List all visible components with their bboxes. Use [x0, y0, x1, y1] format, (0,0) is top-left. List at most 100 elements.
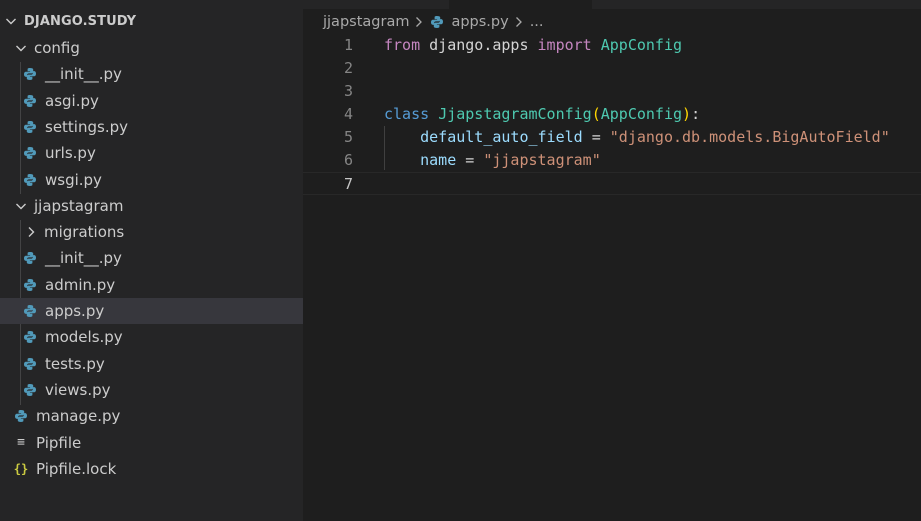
- python-file-icon: [14, 409, 28, 423]
- tab-strip: [303, 0, 921, 9]
- code-token: AppConfig: [600, 36, 683, 54]
- code-token: import: [537, 36, 592, 54]
- line-number: 5: [343, 128, 353, 146]
- code-token: "django.db.models.BigAutoField": [609, 128, 890, 146]
- python-file-icon: [23, 383, 37, 397]
- code-text: name = "jjapstagram": [384, 149, 601, 172]
- tree-item-label: wsgi.py: [45, 170, 102, 189]
- tree-item-label: models.py: [45, 328, 123, 347]
- code-token: django.apps: [420, 36, 538, 54]
- chevron-down-icon: [4, 14, 18, 28]
- tree-item-label: jjapstagram: [34, 196, 124, 215]
- file-init-py[interactable]: __init__.py: [0, 245, 303, 271]
- tree-item-label: config: [34, 39, 80, 57]
- tree-item-label: views.py: [45, 380, 111, 399]
- braces-file-icon: {}: [13, 461, 29, 476]
- file-views-py[interactable]: views.py: [0, 377, 303, 403]
- file-admin-py[interactable]: admin.py: [0, 272, 303, 298]
- file-manage-py[interactable]: manage.py: [0, 403, 303, 429]
- tree-item-label: urls.py: [45, 144, 96, 163]
- code-token: =: [456, 151, 484, 169]
- active-tab-edge[interactable]: [449, 0, 592, 9]
- code-token: class: [384, 105, 430, 123]
- code-text: default_auto_field = "django.db.models.B…: [384, 126, 890, 149]
- chevron-right-icon: [515, 16, 523, 28]
- tree-item-label: Pipfile: [36, 433, 82, 452]
- tree-item-label: admin.py: [45, 275, 116, 294]
- code-token: from: [384, 36, 421, 54]
- code-token: AppConfig: [600, 105, 683, 123]
- code-token: default_auto_field: [420, 128, 583, 146]
- tree-item-label: __init__.py: [45, 65, 122, 84]
- line-number: 6: [343, 151, 353, 169]
- code-line[interactable]: 2: [303, 57, 921, 80]
- tree-item-label: tests.py: [45, 354, 105, 373]
- tree-item-label: __init__.py: [45, 249, 122, 268]
- python-file-icon: [23, 278, 37, 292]
- file-models-py[interactable]: models.py: [0, 324, 303, 350]
- code-text: from django.apps import AppConfig: [384, 34, 682, 57]
- line-number: 4: [343, 105, 353, 123]
- folder-config[interactable]: config: [0, 35, 303, 61]
- explorer-root-label: DJANGO.STUDY: [24, 13, 137, 29]
- code-token: "jjapstagram": [483, 151, 601, 169]
- python-file-icon: [23, 67, 37, 81]
- chevron-down-icon: [14, 41, 28, 55]
- tree-item-label: migrations: [44, 223, 125, 242]
- tree-item-label: settings.py: [45, 117, 128, 136]
- code-token: :: [691, 105, 701, 123]
- tree-item-label: apps.py: [45, 302, 105, 320]
- breadcrumb-file[interactable]: apps.py: [451, 14, 508, 30]
- code-line[interactable]: 4 class JjapstagramConfig(AppConfig):: [303, 103, 921, 126]
- code-line[interactable]: 1 from django.apps import AppConfig: [303, 34, 921, 57]
- python-file-icon: [23, 173, 37, 187]
- code-text: class JjapstagramConfig(AppConfig):: [384, 103, 700, 126]
- file-tests-py[interactable]: tests.py: [0, 351, 303, 377]
- code-token: =: [582, 128, 610, 146]
- code-token: ): [682, 105, 692, 123]
- tree-item-label: manage.py: [36, 407, 121, 426]
- explorer-sidebar: DJANGO.STUDY config __init__.py asgi.py set…: [0, 0, 303, 521]
- code-line[interactable]: 7: [303, 172, 921, 195]
- folder-migrations[interactable]: migrations: [0, 219, 303, 245]
- breadcrumb-folder[interactable]: jjapstagram: [323, 14, 409, 30]
- code-line[interactable]: 5 default_auto_field = "django.db.models…: [303, 126, 921, 149]
- python-file-icon: [23, 94, 37, 108]
- python-file-icon: [23, 120, 37, 134]
- python-file-icon: [23, 330, 37, 344]
- file-apps-py[interactable]: apps.py: [0, 298, 303, 324]
- file-wsgi-py[interactable]: wsgi.py: [0, 167, 303, 193]
- chevron-down-icon: [14, 199, 28, 213]
- line-number: 7: [343, 175, 353, 193]
- code-token: name: [420, 151, 457, 169]
- line-number: 3: [343, 82, 353, 100]
- file-settings-py[interactable]: settings.py: [0, 114, 303, 140]
- tree-item-label: asgi.py: [45, 91, 99, 110]
- code-line[interactable]: 6 name = "jjapstagram": [303, 149, 921, 172]
- python-file-icon: [23, 357, 37, 371]
- chevron-right-icon: [415, 16, 423, 28]
- explorer-root-folder[interactable]: DJANGO.STUDY: [0, 8, 303, 34]
- file-urls-py[interactable]: urls.py: [0, 140, 303, 166]
- breadcrumb-ellipsis[interactable]: ...: [530, 14, 544, 30]
- code-line[interactable]: 3: [303, 80, 921, 103]
- python-file-icon: [23, 146, 37, 160]
- breadcrumb: jjapstagram apps.py ...: [323, 11, 544, 33]
- code-token: JjapstagramConfig: [438, 105, 592, 123]
- folder-jjapstagram[interactable]: jjapstagram: [0, 193, 303, 219]
- code-token: (: [591, 105, 601, 123]
- file-init-py[interactable]: __init__.py: [0, 61, 303, 87]
- editor-pane: jjapstagram apps.py ... 1 from django.app…: [303, 0, 921, 521]
- file-pipfile[interactable]: ≡ Pipfile: [0, 430, 303, 456]
- file-asgi-py[interactable]: asgi.py: [0, 88, 303, 114]
- line-number: 2: [343, 59, 353, 77]
- file-pipfile-lock[interactable]: {} Pipfile.lock: [0, 456, 303, 482]
- chevron-right-icon: [24, 225, 38, 239]
- python-file-icon: [23, 251, 37, 265]
- lines-file-icon: ≡: [17, 434, 25, 450]
- line-number: 1: [343, 36, 353, 54]
